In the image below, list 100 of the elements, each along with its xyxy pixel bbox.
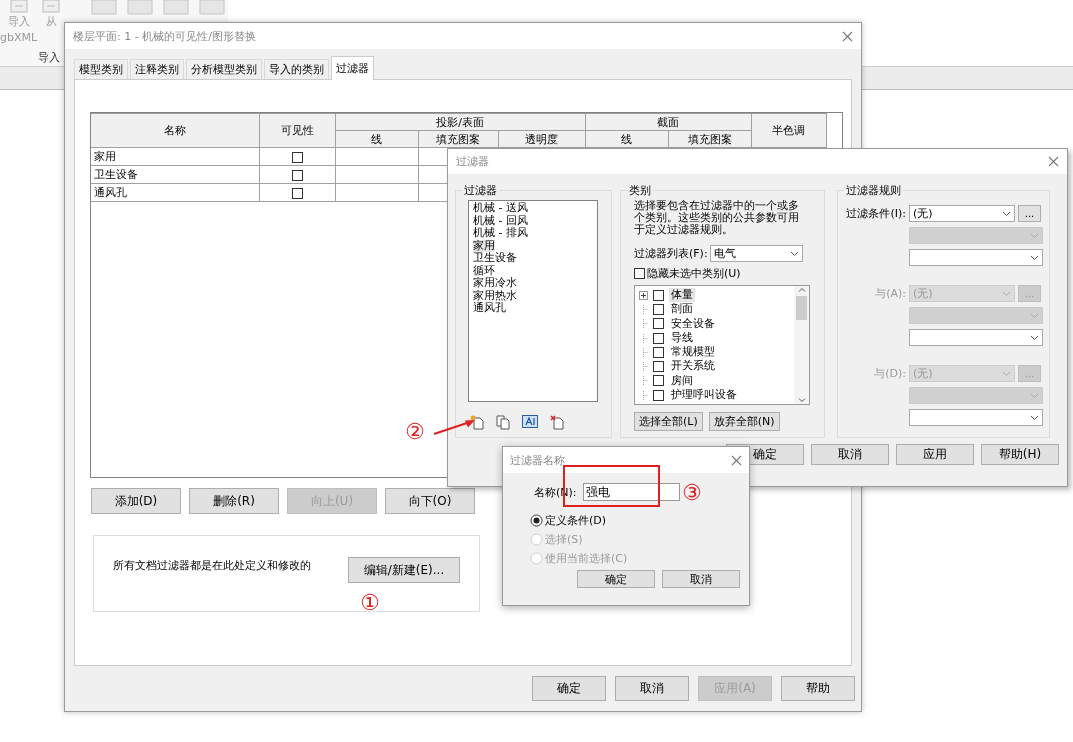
button[interactable]: 应用: [896, 444, 974, 465]
checkbox[interactable]: [653, 303, 664, 315]
button[interactable]: 帮助: [781, 676, 855, 701]
column-header: 可见性: [259, 113, 335, 148]
column-header: 截面: [585, 113, 751, 131]
arrow: [433, 418, 476, 436]
tab[interactable]: 分析模型类别: [186, 59, 262, 79]
list-item[interactable]: 机械 - 排风: [473, 227, 528, 240]
tree-item[interactable]: 常规模型: [669, 345, 717, 360]
checkbox[interactable]: [653, 332, 664, 344]
radio-label: 定义条件(D): [545, 513, 607, 528]
field-label: 过滤器列表(F):: [634, 246, 708, 261]
description-text: 选择要包含在过滤器中的一个或多个类别。这些类别的公共参数可用于定义过滤器规则。: [634, 200, 800, 236]
tab[interactable]: 导入的类别: [264, 59, 329, 79]
column-header: 名称: [91, 113, 259, 148]
checkbox[interactable]: [653, 389, 664, 401]
caret-icon: [1030, 312, 1039, 319]
copy-icon[interactable]: [496, 415, 510, 430]
list-item[interactable]: 家用冷水: [473, 277, 517, 290]
list-item[interactable]: 通风孔: [473, 302, 506, 315]
tree-item[interactable]: 体量: [669, 288, 695, 303]
button[interactable]: 帮助(H): [981, 444, 1059, 465]
checkbox[interactable]: [653, 346, 664, 358]
tree-item[interactable]: 导线: [669, 330, 695, 346]
scrollbar[interactable]: [794, 286, 809, 404]
checkbox[interactable]: [653, 375, 664, 387]
caret-icon: [1030, 414, 1039, 421]
radio-label: 使用当前选择(C): [545, 551, 628, 566]
checkbox[interactable]: [653, 289, 664, 301]
caret-icon: [1002, 210, 1011, 217]
column-header: 投影/表面: [335, 113, 585, 131]
tree-item[interactable]: 护理呼叫设备: [669, 388, 739, 403]
list-item[interactable]: 家用热水: [473, 289, 517, 302]
close-icon[interactable]: [1048, 156, 1059, 167]
new-document-icon[interactable]: [470, 415, 484, 430]
close-icon[interactable]: [842, 30, 853, 42]
checkbox[interactable]: [653, 361, 664, 373]
dropdown[interactable]: (无): [909, 205, 1015, 222]
tree-item[interactable]: 开关系统: [669, 359, 717, 374]
checkbox[interactable]: [634, 268, 645, 279]
rename-icon[interactable]: [522, 415, 538, 428]
group-title: 类别: [628, 183, 652, 198]
tree-item[interactable]: 安全设备: [669, 316, 717, 331]
scroll-down-icon[interactable]: [797, 396, 806, 404]
button[interactable]: 删除(R): [189, 488, 279, 514]
checkbox[interactable]: [291, 169, 303, 181]
button[interactable]: 确定: [577, 570, 655, 588]
dropdown[interactable]: 电气: [709, 245, 803, 262]
window-title: 楼层平面: 1 - 机械的可见性/图形替换: [73, 28, 256, 44]
field-label: 过滤条件(I):: [845, 206, 906, 221]
window-title: 过滤器: [456, 154, 489, 169]
group-title: 过滤器: [463, 183, 498, 198]
caret-icon: [1030, 232, 1039, 239]
dropdown[interactable]: [909, 329, 1043, 346]
scroll-thumb[interactable]: [796, 296, 807, 320]
tab[interactable]: 模型类别: [74, 59, 128, 79]
name-field[interactable]: 强电: [582, 483, 680, 501]
button[interactable]: 添加(D): [91, 488, 181, 514]
dropdown[interactable]: [909, 409, 1043, 426]
list-item[interactable]: 家用: [473, 239, 495, 252]
expand-icon[interactable]: [639, 290, 648, 300]
more-button[interactable]: ...: [1018, 205, 1041, 222]
button[interactable]: 取消: [811, 444, 889, 465]
table-cell: 通风孔: [91, 183, 259, 202]
list-item[interactable]: 机械 - 回风: [473, 214, 528, 227]
caret-icon: [1030, 254, 1039, 261]
checkbox[interactable]: [653, 318, 664, 330]
checkbox[interactable]: [291, 187, 303, 199]
scroll-up-icon[interactable]: [797, 286, 806, 294]
caret-icon: [1030, 334, 1039, 341]
button[interactable]: 取消: [615, 676, 689, 701]
list-item[interactable]: 卫生设备: [473, 252, 517, 265]
group-title: 过滤器规则: [845, 183, 902, 198]
column-header: 半色调: [751, 113, 826, 148]
list-item[interactable]: 机械 - 送风: [473, 202, 528, 215]
button[interactable]: 取消: [662, 570, 740, 588]
close-icon[interactable]: [731, 454, 742, 466]
radio-button[interactable]: [530, 514, 543, 527]
tree-item[interactable]: 剖面: [669, 302, 695, 317]
window-title: 过滤器名称: [510, 452, 565, 468]
button[interactable]: 放弃全部(N): [708, 412, 780, 431]
caret-icon: [1002, 370, 1011, 377]
radio-label: 选择(S): [545, 532, 583, 547]
info-text: 所有文档过滤器都是在此处定义和修改的: [113, 558, 311, 573]
panel-label: 导入: [38, 50, 60, 65]
tab[interactable]: 注释类别: [130, 59, 184, 79]
step-marker: ①: [360, 590, 380, 616]
tree-item[interactable]: 房间: [669, 373, 695, 389]
caret-icon: [1030, 392, 1039, 399]
checkbox[interactable]: [291, 151, 303, 163]
caret-icon: [789, 250, 799, 257]
delete-document-icon[interactable]: [550, 415, 564, 430]
button[interactable]: 确定: [532, 676, 606, 701]
button[interactable]: 选择全部(L): [634, 412, 703, 431]
tab[interactable]: 过滤器: [331, 56, 374, 80]
dropdown[interactable]: [909, 249, 1043, 266]
button[interactable]: 向下(O): [385, 488, 475, 514]
field-label: 与(D):: [873, 366, 906, 381]
edit-button[interactable]: 编辑/新建(E)...: [348, 557, 460, 583]
list-item[interactable]: 循环: [473, 264, 495, 277]
